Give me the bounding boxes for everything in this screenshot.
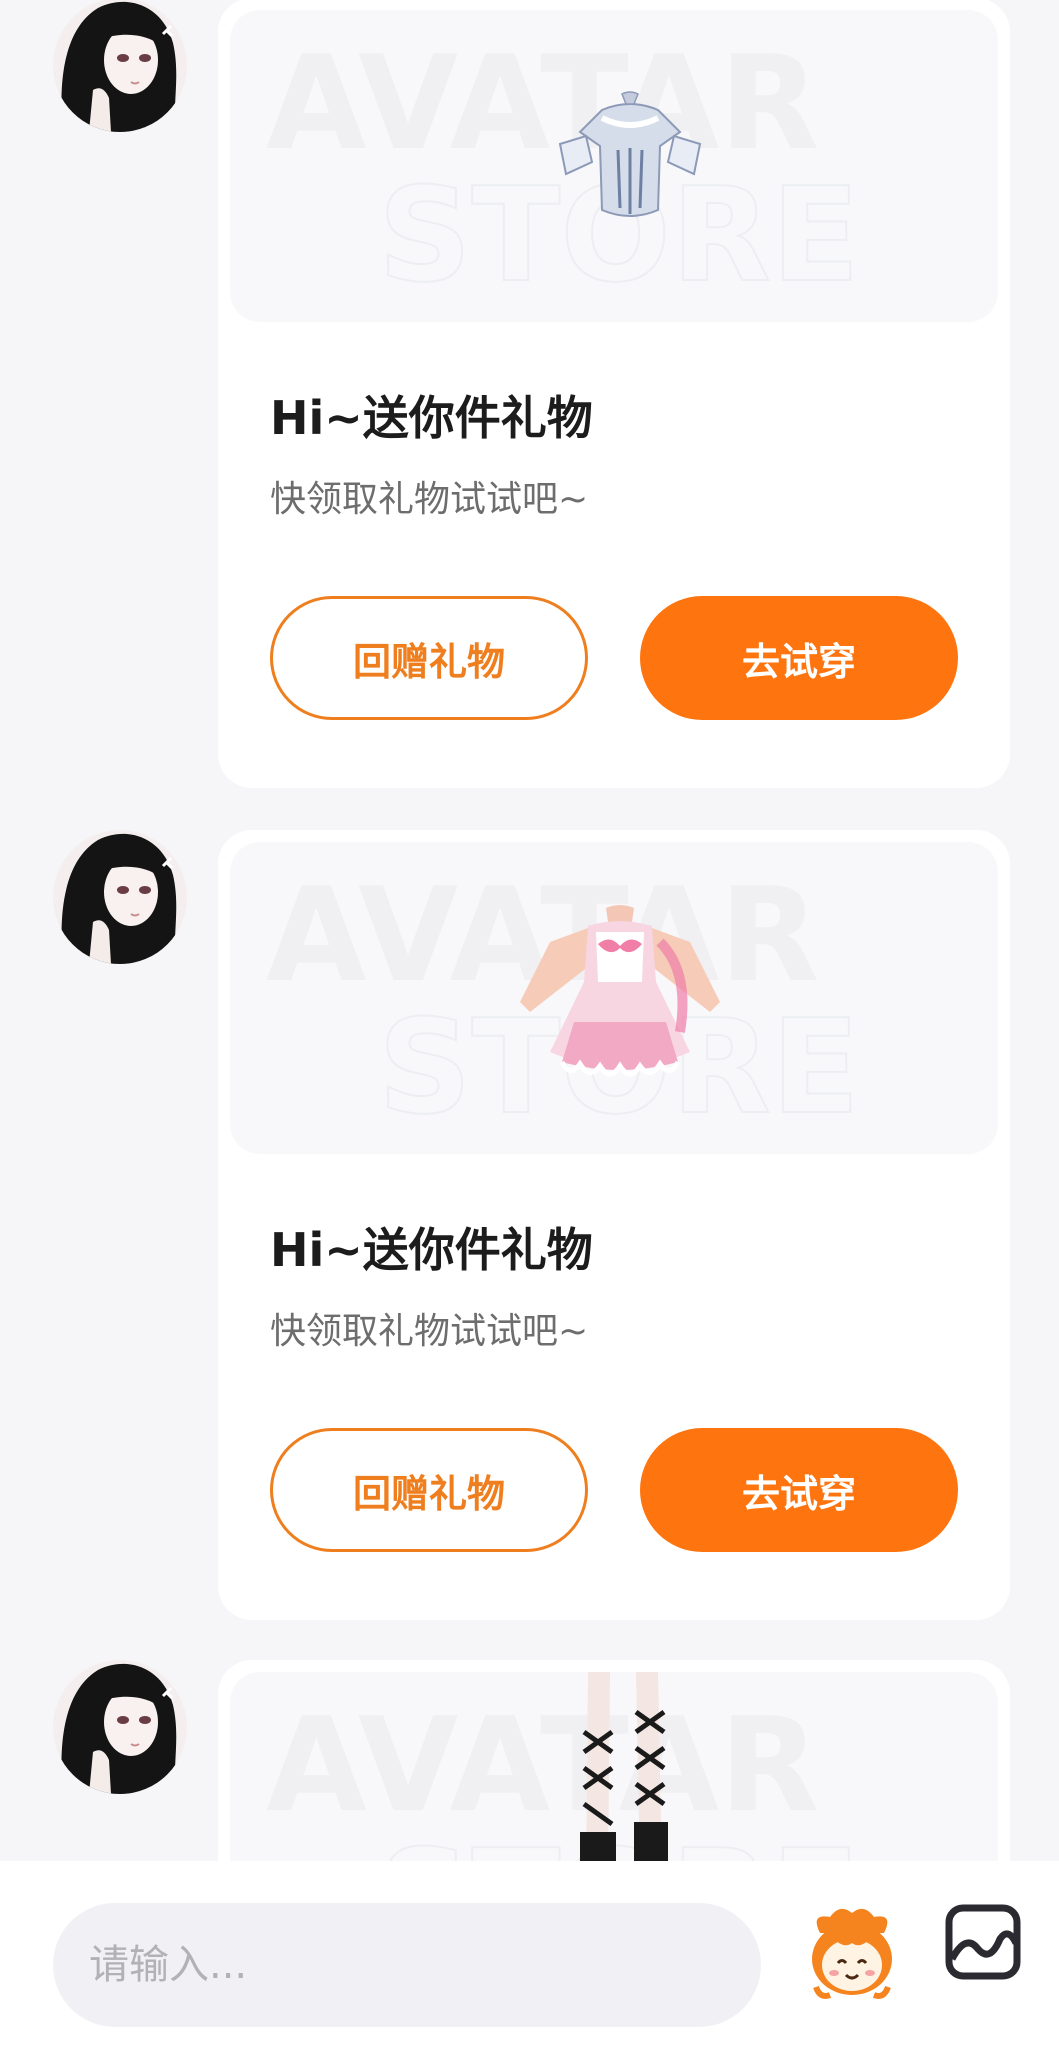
mascot-emoji-icon[interactable] <box>800 1903 904 2007</box>
image-icon[interactable] <box>944 1903 1022 1981</box>
blue-dress-icon <box>558 91 702 217</box>
avatar[interactable] <box>53 830 187 964</box>
gift-subtitle: 快领取礼物试试吧~ <box>270 479 589 520</box>
avatar[interactable] <box>53 1660 187 1794</box>
gift-back-button[interactable]: 回赠礼物 <box>270 596 588 720</box>
try-on-button[interactable]: 去试穿 <box>640 596 958 720</box>
watermark-line1: AVATAR <box>266 1689 819 1841</box>
avatar[interactable] <box>53 0 187 132</box>
item-preview: AVATAR STORE <box>230 842 998 1154</box>
gift-subtitle: 快领取礼物试试吧~ <box>270 1311 589 1352</box>
gift-card: AVATAR STORE Hi~送你件礼物 快领取礼物试试吧~ 回赠礼物 去试穿 <box>218 0 1010 788</box>
pink-maid-dress-icon <box>520 905 720 1077</box>
gift-card: AVATAR STORE Hi~送你件礼物 快领取礼物试试吧~ 回赠礼物 去试穿 <box>218 830 1010 1620</box>
message-input-box[interactable] <box>53 1903 761 2027</box>
try-on-button[interactable]: 去试穿 <box>640 1428 958 1552</box>
composer-bar <box>0 1861 1059 2068</box>
gift-title: Hi~送你件礼物 <box>270 1223 593 1277</box>
gift-back-button[interactable]: 回赠礼物 <box>270 1428 588 1552</box>
gift-title: Hi~送你件礼物 <box>270 391 593 445</box>
lace-up-boots-icon <box>580 1672 668 1872</box>
message-input[interactable] <box>87 1941 731 1989</box>
item-preview: AVATAR STORE <box>230 10 998 322</box>
